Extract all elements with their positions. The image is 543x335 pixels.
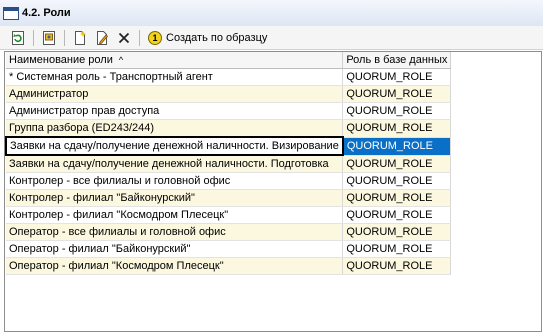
toolbar-separator (33, 29, 34, 46)
table-row[interactable]: Контролер - филиал "Байконурский" QUORUM… (6, 189, 452, 207)
create-by-template-label: Создать по образцу (166, 31, 268, 44)
table-row[interactable]: Группа разбора (ED243/244) QUORUM_ROLE (6, 119, 452, 138)
delete-icon (118, 32, 130, 43)
properties-button[interactable] (39, 29, 59, 47)
table-row[interactable]: * Системная роль - Транспортный агент QU… (6, 68, 452, 86)
db-role-cell: QUORUM_ROLE (342, 85, 452, 103)
role-name-cell: Контролер - все филиалы и головной офис (6, 172, 344, 190)
role-name-cell: Группа разбора (ED243/244) (6, 119, 344, 138)
refresh-icon (12, 30, 24, 45)
db-role-cell: QUORUM_ROLE (342, 206, 452, 224)
edit-button[interactable] (92, 29, 112, 47)
role-name-cell: Заявки на сдачу/получение денежной налич… (5, 136, 344, 156)
toolbar-separator (64, 29, 65, 46)
db-role-cell: QUORUM_ROLE (342, 223, 452, 241)
table-row-selected[interactable]: Заявки на сдачу/получение денежной налич… (5, 136, 452, 156)
toolbar: 1 Создать по образцу (0, 26, 543, 50)
window-titlebar: 4.2. Роли (0, 0, 543, 27)
edit-icon (97, 30, 109, 45)
column-header-db-role[interactable]: Роль в базе данных (342, 52, 452, 69)
number-one-icon: 1 (148, 30, 162, 45)
column-header-role-name[interactable]: Наименование роли ^ (6, 52, 344, 69)
table-row[interactable]: Администратор QUORUM_ROLE (6, 85, 452, 103)
db-role-cell: QUORUM_ROLE (342, 155, 452, 173)
table-row[interactable]: Оператор - филиал "Космодром Плесецк" QU… (6, 257, 452, 275)
roles-grid[interactable]: Наименование роли ^ Роль в базе данных * … (4, 51, 542, 332)
table-row[interactable]: Контролер - все филиалы и головной офис … (6, 172, 452, 190)
role-name-cell: Контролер - филиал "Космодром Плесецк" (6, 206, 344, 224)
roles-table: Наименование роли ^ Роль в базе данных * … (5, 52, 452, 275)
db-role-cell: QUORUM_ROLE (342, 257, 452, 275)
refresh-button[interactable] (8, 29, 28, 47)
sort-ascending-icon: ^ (118, 55, 124, 65)
table-row[interactable]: Контролер - филиал "Космодром Плесецк" Q… (6, 206, 452, 224)
db-role-cell: QUORUM_ROLE (342, 172, 452, 190)
role-name-cell: * Системная роль - Транспортный агент (6, 68, 344, 86)
new-icon (75, 30, 86, 45)
role-name-cell: Оператор - филиал "Байконурский" (6, 240, 344, 258)
window-icon (3, 6, 19, 20)
role-name-cell: Оператор - филиал "Космодром Плесецк" (6, 257, 344, 275)
table-row[interactable]: Заявки на сдачу/получение денежной налич… (6, 155, 452, 173)
toolbar-separator (139, 29, 140, 46)
db-role-cell: QUORUM_ROLE (342, 137, 452, 156)
db-role-cell: QUORUM_ROLE (342, 189, 452, 207)
table-row[interactable]: Оператор - все филиалы и головной офис Q… (6, 223, 452, 241)
create-by-template-button[interactable]: 1 Создать по образцу (144, 29, 271, 47)
table-row[interactable]: Администратор прав доступа QUORUM_ROLE (6, 102, 452, 120)
table-row[interactable]: Оператор - филиал "Байконурский" QUORUM_… (6, 240, 452, 258)
db-role-cell: QUORUM_ROLE (342, 119, 452, 138)
window-title: 4.2. Роли (22, 7, 71, 19)
delete-button[interactable] (114, 29, 134, 47)
role-name-cell: Оператор - все филиалы и головной офис (6, 223, 344, 241)
new-button[interactable] (70, 29, 90, 47)
role-name-cell: Контролер - филиал "Байконурский" (6, 189, 344, 207)
role-name-cell: Администратор (6, 85, 344, 103)
role-name-cell: Администратор прав доступа (6, 102, 344, 120)
db-role-cell: QUORUM_ROLE (342, 68, 452, 86)
db-role-cell: QUORUM_ROLE (342, 102, 452, 120)
db-role-cell: QUORUM_ROLE (342, 240, 452, 258)
properties-icon (43, 30, 55, 45)
role-name-cell: Заявки на сдачу/получение денежной налич… (6, 155, 344, 173)
